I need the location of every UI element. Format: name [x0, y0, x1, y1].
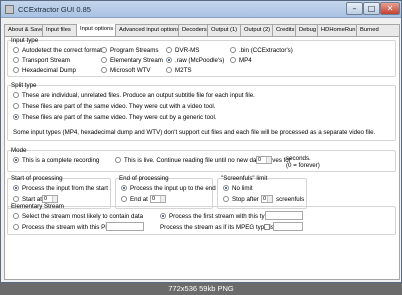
label-split-generic-tool[interactable]: These files are part of the same video. …: [22, 114, 217, 121]
tab-burned[interactable]: Burned: [356, 24, 400, 36]
end-of-processing-group: [115, 178, 213, 209]
radio-first-stream-type[interactable]: [160, 213, 166, 219]
first-stream-type-field[interactable]: [265, 211, 303, 220]
app-window: CCExtractor GUI 0.85 – □ ✕ About & Save …: [0, 0, 402, 283]
split-type-heading: Split type: [11, 82, 37, 89]
label-microsoft-wtv[interactable]: Microsoft WTV: [110, 67, 151, 74]
label-stop-after[interactable]: Stop after: [232, 196, 259, 203]
label-start-at[interactable]: Start at: [22, 196, 42, 203]
minimize-button[interactable]: –: [346, 2, 363, 15]
label-complete-recording[interactable]: This is a complete recording: [22, 157, 99, 164]
tab-about-save[interactable]: About & Save: [4, 24, 43, 36]
tab-strip: About & Save Input files Input options A…: [4, 24, 400, 36]
tab-advanced-input-options[interactable]: Advanced input options: [115, 24, 179, 36]
label-stream-pid[interactable]: Process the stream with this PID: [22, 224, 111, 231]
label-bin[interactable]: .bin (CCExtractor's): [239, 47, 293, 54]
label-hexadecimal-dump[interactable]: Hexadecimal Dump: [22, 67, 76, 74]
radio-raw-mcpoodle[interactable]: [166, 57, 172, 63]
radio-hexadecimal-dump[interactable]: [13, 67, 19, 73]
radio-bin[interactable]: [230, 47, 236, 53]
radio-no-limit[interactable]: [223, 185, 229, 191]
label-split-video-tool[interactable]: These files are part of the same video. …: [22, 103, 216, 110]
radio-start-at[interactable]: [13, 196, 19, 202]
end-at-stepper[interactable]: 0: [150, 195, 166, 203]
start-at-stepper[interactable]: 0: [42, 195, 58, 203]
end-of-processing-heading: End of processing: [119, 175, 169, 182]
label-no-limit[interactable]: No limit: [232, 185, 253, 192]
label-split-individual[interactable]: These are individual, unrelated files. P…: [22, 92, 255, 99]
tab-output-2[interactable]: Output (2): [240, 24, 273, 36]
screenfuls-limit-group: [217, 178, 307, 209]
screenfuls-label: screenfuls: [276, 196, 305, 203]
radio-stream-pid[interactable]: [13, 224, 19, 230]
elementary-stream-heading: Elementary Stream: [11, 203, 64, 210]
mode-heading: Mode: [11, 147, 27, 154]
seconds-label: seconds.: [286, 155, 311, 162]
start-of-processing-heading: Start of processing: [11, 175, 63, 182]
radio-transport-stream[interactable]: [13, 57, 19, 63]
radio-split-video-tool[interactable]: [13, 103, 19, 109]
tab-credits[interactable]: Credits: [272, 24, 296, 36]
radio-autodetect[interactable]: [13, 47, 19, 53]
tab-hdhomerun[interactable]: HDHomeRun: [317, 24, 357, 36]
radio-live[interactable]: [115, 157, 121, 163]
input-type-heading: Input type: [11, 37, 39, 44]
radio-m2ts[interactable]: [166, 67, 172, 73]
label-raw-mcpoodle[interactable]: .raw (McPoodle's): [175, 57, 224, 64]
label-process-to-end[interactable]: Process the input up to the end: [130, 185, 216, 192]
label-dvr-ms[interactable]: DVR-MS: [175, 47, 199, 54]
radio-split-generic-tool[interactable]: [13, 114, 19, 120]
radio-process-from-start[interactable]: [13, 185, 19, 191]
screenfuls-limit-heading: "Screenfuls" limit: [221, 175, 268, 182]
radio-elementary-stream[interactable]: [101, 57, 107, 63]
mpeg-type-checkbox[interactable]: [264, 224, 270, 230]
radio-mp4[interactable]: [230, 57, 236, 63]
label-program-streams[interactable]: Program Streams: [110, 47, 158, 54]
window-title: CCExtractor GUI 0.85: [18, 5, 91, 14]
tab-input-options[interactable]: Input options: [76, 24, 116, 36]
label-transport-stream[interactable]: Transport Stream: [22, 57, 70, 64]
tab-output-1[interactable]: Output (1): [207, 24, 241, 36]
label-first-stream-type[interactable]: Process the first stream with this type: [169, 213, 271, 220]
radio-dvr-ms[interactable]: [166, 47, 172, 53]
tab-debug[interactable]: Debug: [295, 24, 318, 36]
radio-stop-after[interactable]: [223, 196, 229, 202]
radio-most-likely-stream[interactable]: [13, 213, 19, 219]
mpeg-type-field[interactable]: [273, 222, 303, 231]
radio-process-to-end[interactable]: [121, 185, 127, 191]
stop-after-stepper[interactable]: 0: [261, 195, 273, 203]
maximize-button[interactable]: □: [363, 2, 380, 15]
stream-pid-field[interactable]: [106, 222, 144, 231]
label-autodetect[interactable]: Autodetect the correct format: [22, 47, 102, 54]
label-mpeg-type[interactable]: Process the stream as if its MPEG type i…: [160, 224, 274, 231]
radio-end-at[interactable]: [121, 196, 127, 202]
radio-split-individual[interactable]: [13, 92, 19, 98]
app-icon: [5, 5, 14, 14]
split-type-note: Some input types (MP4, hexadecimal dump …: [13, 129, 376, 136]
input-options-panel: Input type Autodetect the correct format…: [4, 36, 400, 280]
live-seconds-stepper[interactable]: 0: [256, 156, 272, 164]
seconds-hint: (0 = forever): [286, 162, 320, 169]
label-process-from-start[interactable]: Process the input from the start: [22, 185, 108, 192]
image-caption: 772x536 59kb PNG: [0, 283, 402, 295]
label-m2ts[interactable]: M2TS: [175, 67, 192, 74]
radio-complete-recording[interactable]: [13, 157, 19, 163]
tab-decoders[interactable]: Decoders: [178, 24, 208, 36]
close-button[interactable]: ✕: [380, 2, 400, 15]
label-elementary-stream[interactable]: Elementary Stream: [110, 57, 163, 64]
label-end-at[interactable]: End at: [130, 196, 148, 203]
label-most-likely-stream[interactable]: Select the stream most likely to contain…: [22, 213, 143, 220]
radio-microsoft-wtv[interactable]: [101, 67, 107, 73]
label-mp4[interactable]: MP4: [239, 57, 252, 64]
title-bar[interactable]: CCExtractor GUI 0.85 – □ ✕: [1, 1, 401, 18]
tab-input-files[interactable]: Input files: [42, 24, 77, 36]
radio-program-streams[interactable]: [101, 47, 107, 53]
